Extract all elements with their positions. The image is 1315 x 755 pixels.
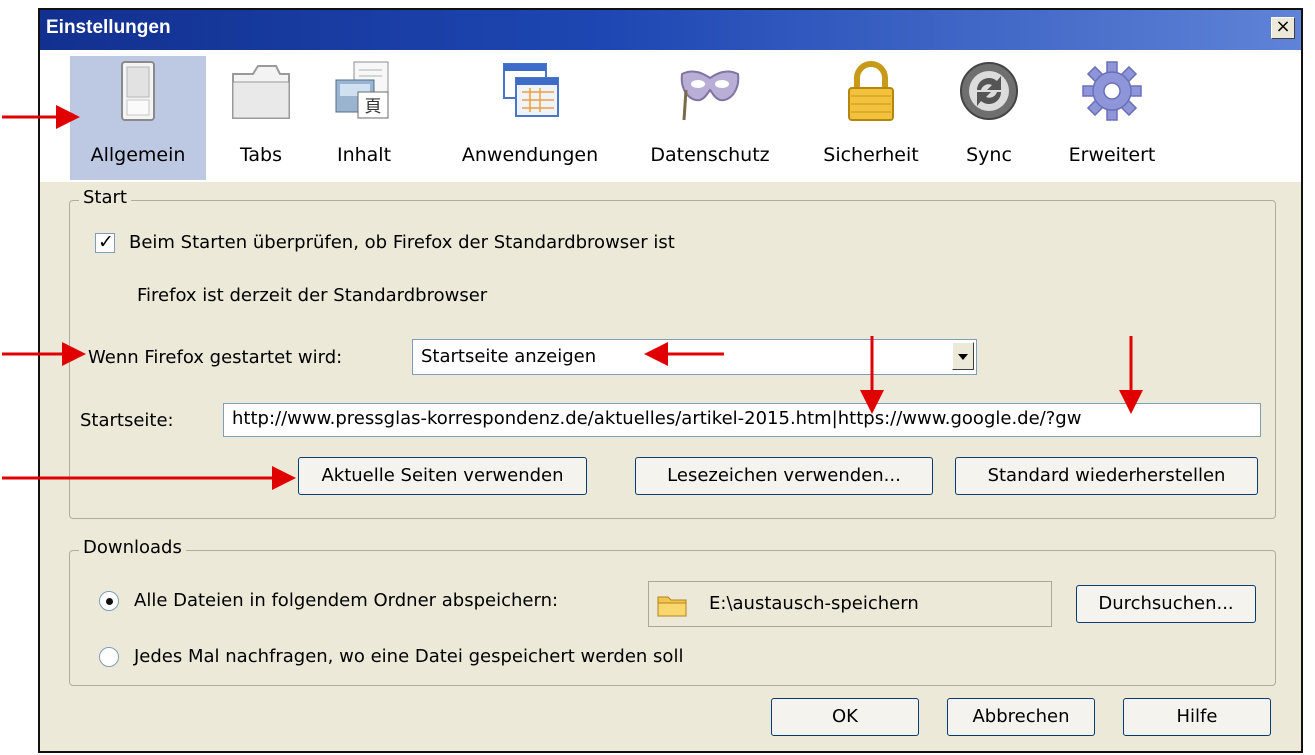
dropdown-arrow-button[interactable]: [952, 342, 974, 370]
radio-selected-dot: [106, 598, 113, 605]
check-default-label: Beim Starten überprüfen, ob Firefox der …: [129, 232, 675, 253]
check-default-checkbox[interactable]: ✓: [95, 231, 115, 253]
ask-every-time-label: Jedes Mal nachfragen, wo eine Datei gesp…: [134, 646, 684, 667]
ok-button[interactable]: OK: [771, 698, 919, 736]
default-browser-status: Firefox ist derzeit der Standardbrowser: [137, 285, 488, 306]
tab-label: Sicherheit: [823, 144, 919, 166]
use-bookmark-button[interactable]: Lesezeichen verwenden...: [635, 457, 933, 495]
browse-button[interactable]: Durchsuchen...: [1076, 585, 1256, 623]
applications-icon: [503, 63, 559, 117]
when-started-label: Wenn Firefox gestartet wird:: [88, 347, 343, 368]
tab-label: Tabs: [239, 144, 283, 166]
homepage-input[interactable]: http://www.pressglas-korrespondenz.de/ak…: [223, 403, 1261, 437]
homepage-label: Startseite:: [80, 410, 174, 431]
when-started-value: Startseite anzeigen: [421, 346, 597, 367]
downloads-group: Downloads Alle Dateien in folgendem Ordn…: [69, 537, 1276, 686]
tabs-icon: [232, 65, 290, 119]
tab-allgemein[interactable]: Allgemein: [70, 56, 206, 180]
tab-erweitert[interactable]: Erweitert: [1050, 56, 1174, 180]
chevron-down-icon: [958, 354, 968, 360]
tab-label: Inhalt: [336, 144, 392, 166]
save-to-folder-label: Alle Dateien in folgendem Ordner abspeic…: [134, 590, 559, 611]
padlock-icon: [848, 61, 894, 121]
homepage-value: http://www.pressglas-korrespondenz.de/ak…: [232, 408, 1082, 429]
download-folder-field[interactable]: E:\austausch-speichern: [648, 581, 1052, 627]
tab-sync[interactable]: Sync: [948, 56, 1030, 180]
folder-icon: [657, 596, 687, 617]
content-icon: 頁: [335, 61, 389, 119]
tab-label: Datenschutz: [650, 144, 770, 166]
use-current-pages-button[interactable]: Aktuelle Seiten verwenden: [298, 457, 587, 495]
restore-default-button[interactable]: Standard wiederherstellen: [955, 457, 1258, 495]
privacy-mask-icon: [680, 70, 740, 121]
tab-anwendungen[interactable]: Anwendungen: [446, 56, 614, 180]
close-button[interactable]: ×: [1271, 17, 1295, 39]
tab-datenschutz[interactable]: Datenschutz: [634, 56, 786, 180]
ask-every-time-radio[interactable]: [99, 647, 119, 667]
tab-label: Allgemein: [90, 144, 186, 166]
preferences-toolbar: Allgemein Tabs 頁 Inhalt Anwendungen Date…: [40, 50, 1301, 182]
start-legend: Start: [79, 187, 131, 208]
title-bar[interactable]: Einstellungen ×: [40, 10, 1301, 50]
download-folder-path: E:\austausch-speichern: [709, 593, 919, 614]
tab-label: Sync: [966, 144, 1012, 166]
when-started-dropdown[interactable]: Startseite anzeigen: [412, 339, 977, 375]
sync-icon: [960, 62, 1018, 120]
save-to-folder-radio[interactable]: [99, 591, 119, 611]
help-button[interactable]: Hilfe: [1123, 698, 1271, 736]
settings-dialog: Einstellungen × Allgemein Tabs 頁 Inhalt …: [38, 8, 1303, 753]
cancel-button[interactable]: Abbrechen: [947, 698, 1095, 736]
checkmark-icon: ✓: [98, 231, 114, 253]
tab-tabs[interactable]: Tabs: [220, 56, 302, 180]
general-switch-icon: [121, 61, 155, 121]
tab-label: Erweitert: [1068, 144, 1156, 166]
downloads-legend: Downloads: [79, 537, 186, 558]
tab-label: Anwendungen: [461, 144, 599, 166]
dialog-title: Einstellungen: [46, 17, 171, 38]
tab-sicherheit[interactable]: Sicherheit: [806, 56, 936, 180]
start-group: Start ✓ Beim Starten überprüfen, ob Fire…: [69, 187, 1276, 519]
tab-inhalt[interactable]: 頁 Inhalt: [316, 56, 412, 180]
svg-text:頁: 頁: [365, 97, 382, 117]
gear-icon: [1082, 61, 1142, 121]
